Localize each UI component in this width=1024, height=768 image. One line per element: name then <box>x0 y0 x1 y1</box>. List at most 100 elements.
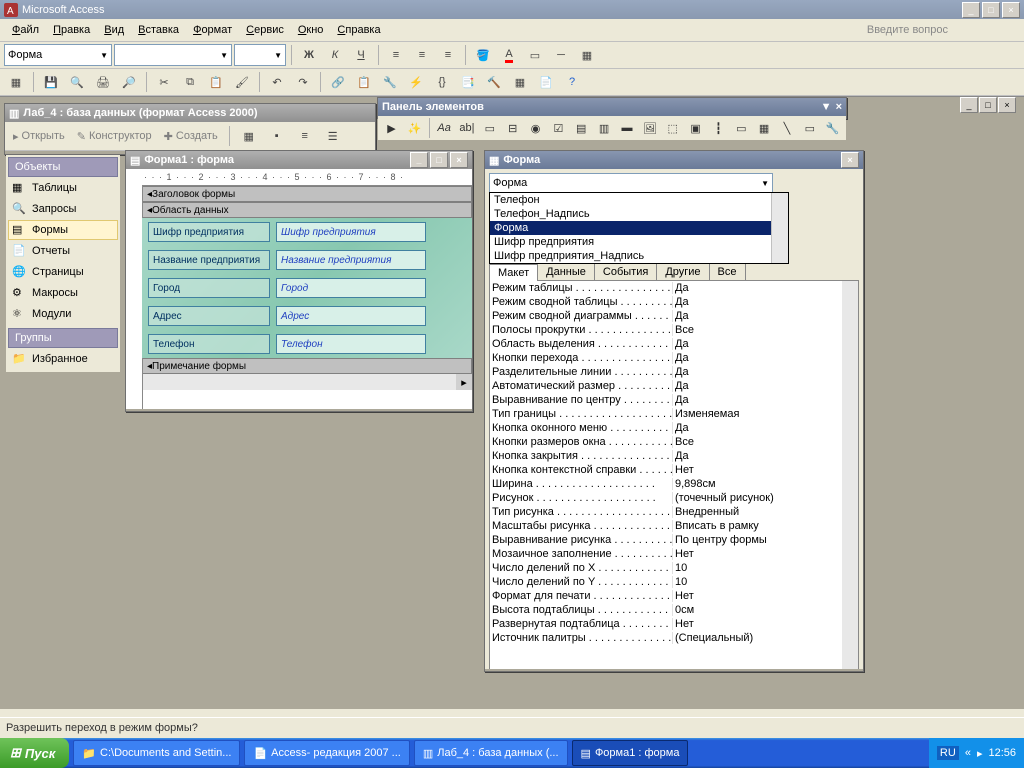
newobject-button[interactable]: 📄 <box>534 70 558 94</box>
property-row[interactable]: Масштабы рисунка . . . . . . . . . . . .… <box>490 519 858 533</box>
property-row[interactable]: Режим сводной диаграммы . . . . . . . . … <box>490 309 858 323</box>
property-row[interactable]: Выравнивание по центру . . . . . . . . .… <box>490 393 858 407</box>
pagebreak-tool-icon[interactable]: ┇ <box>707 116 730 140</box>
minimize-button[interactable]: _ <box>962 2 980 18</box>
object-selector-combo[interactable]: Форма▼ <box>4 44 112 66</box>
db-create-button[interactable]: ✚Создать <box>160 128 222 145</box>
undo-button[interactable]: ↶ <box>265 70 289 94</box>
cut-button[interactable]: ✂ <box>152 70 176 94</box>
listbox-tool-icon[interactable]: ▥ <box>593 116 616 140</box>
dropdown-option[interactable]: Шифр предприятия_Надпись <box>490 249 788 263</box>
field-list-button[interactable]: 📋 <box>352 70 376 94</box>
object-item-Модули[interactable]: ⚛Модули <box>8 304 118 324</box>
property-row[interactable]: Число делений по X . . . . . . . . . . .… <box>490 561 858 575</box>
field-label[interactable]: Адрес <box>148 306 270 326</box>
field-textbox[interactable]: Название предприятия <box>276 250 426 270</box>
menu-Справка[interactable]: Справка <box>331 22 386 38</box>
property-row[interactable]: Автоматический размер . . . . . . . . . … <box>490 379 858 393</box>
property-tab-Все[interactable]: Все <box>709 263 746 280</box>
property-row[interactable]: Выравнивание рисунка . . . . . . . . . .… <box>490 533 858 547</box>
property-row[interactable]: Режим сводной таблицы . . . . . . . . . … <box>490 295 858 309</box>
align-right-button[interactable]: ≡ <box>436 43 460 67</box>
code-button[interactable]: {} <box>430 70 454 94</box>
detail-section-bar[interactable]: ◂ Область данных <box>142 202 472 218</box>
italic-button[interactable]: К <box>323 43 347 67</box>
optionbutton-tool-icon[interactable]: ◉ <box>524 116 547 140</box>
dbwindow-button[interactable]: ▦ <box>508 70 532 94</box>
property-row[interactable]: Рисунок . . . . . . . . . . . . . . . . … <box>490 491 858 505</box>
objects-header[interactable]: Объекты <box>8 157 118 177</box>
wizard-tool-icon[interactable]: ✨ <box>403 116 426 140</box>
align-center-button[interactable]: ≡ <box>410 43 434 67</box>
rectangle-tool-icon[interactable]: ▭ <box>798 116 821 140</box>
subform-tool-icon[interactable]: ▦ <box>753 116 776 140</box>
dropdown-option[interactable]: Телефон_Надпись <box>490 207 788 221</box>
linecolor-button[interactable]: ▭ <box>523 43 547 67</box>
property-row[interactable]: Кнопки перехода . . . . . . . . . . . . … <box>490 351 858 365</box>
language-indicator[interactable]: RU <box>937 746 959 760</box>
commandbutton-tool-icon[interactable]: ▬ <box>616 116 639 140</box>
mdi-close-button[interactable]: × <box>998 97 1016 113</box>
boundobject-tool-icon[interactable]: ▣ <box>684 116 707 140</box>
property-row[interactable]: Высота подтаблицы . . . . . . . . . . . … <box>490 603 858 617</box>
field-label[interactable]: Телефон <box>148 334 270 354</box>
field-textbox[interactable]: Адрес <box>276 306 426 326</box>
property-row[interactable]: Кнопка контекстной справки . . . . . . .… <box>490 463 858 477</box>
label-tool-icon[interactable]: Aa <box>433 116 456 140</box>
groups-header[interactable]: Группы <box>8 328 118 348</box>
fillcolor-button[interactable]: 🪣 <box>471 43 495 67</box>
dropdown-scrollbar[interactable] <box>771 193 788 263</box>
property-row[interactable]: Кнопки размеров окна . . . . . . . . . .… <box>490 435 858 449</box>
property-row[interactable]: Ширина . . . . . . . . . . . . . . . . .… <box>490 477 858 491</box>
property-tab-Данные[interactable]: Данные <box>537 263 595 280</box>
dropdown-option[interactable]: Шифр предприятия <box>490 235 788 249</box>
field-label[interactable]: Шифр предприятия <box>148 222 270 242</box>
align-left-button[interactable]: ≡ <box>384 43 408 67</box>
line-tool-icon[interactable]: ╲ <box>776 116 799 140</box>
close-button[interactable]: × <box>1002 2 1020 18</box>
property-row[interactable]: Формат для печати . . . . . . . . . . . … <box>490 589 858 603</box>
property-row[interactable]: Область выделения . . . . . . . . . . . … <box>490 337 858 351</box>
property-grid[interactable]: Режим таблицы . . . . . . . . . . . . . … <box>489 281 859 669</box>
menu-Файл[interactable]: Файл <box>6 22 45 38</box>
property-object-selector[interactable]: Форма▼ <box>489 173 773 193</box>
combobox-tool-icon[interactable]: ▤ <box>570 116 593 140</box>
property-row[interactable]: Мозаичное заполнение . . . . . . . . . .… <box>490 547 858 561</box>
field-textbox[interactable]: Город <box>276 278 426 298</box>
menu-Вид[interactable]: Вид <box>98 22 130 38</box>
pointer-tool-icon[interactable]: ▶ <box>380 116 403 140</box>
property-row[interactable]: Тип рисунка . . . . . . . . . . . . . . … <box>490 505 858 519</box>
property-row[interactable]: Разделительные линии . . . . . . . . . .… <box>490 365 858 379</box>
print-button[interactable]: 🖨 <box>91 70 115 94</box>
property-tab-События[interactable]: События <box>594 263 657 280</box>
paste-button[interactable]: 📋 <box>204 70 228 94</box>
properties-close-button[interactable]: × <box>841 152 859 168</box>
property-row[interactable]: Кнопка закрытия . . . . . . . . . . . . … <box>490 449 858 463</box>
form-minimize-button[interactable]: _ <box>410 152 428 168</box>
property-selector-dropdown[interactable]: ТелефонТелефон_НадписьФормаШифр предприя… <box>489 192 789 264</box>
db-largeicons-button[interactable]: ▦ <box>237 124 261 148</box>
form-design-window[interactable]: ▤Форма1 : форма _ □ × · · · 1 · · · 2 · … <box>125 150 473 412</box>
insert-hyperlink-button[interactable]: 🔗 <box>326 70 350 94</box>
linewidth-button[interactable]: ─ <box>549 43 573 67</box>
redo-button[interactable]: ↷ <box>291 70 315 94</box>
save-button[interactable]: 💾 <box>39 70 63 94</box>
form-maximize-button[interactable]: □ <box>430 152 448 168</box>
field-label[interactable]: Название предприятия <box>148 250 270 270</box>
taskbar-item[interactable]: 📄Access- редакция 2007 ... <box>244 740 409 766</box>
object-item-Макросы[interactable]: ⚙Макросы <box>8 283 118 303</box>
preview-button[interactable]: 🔎 <box>117 70 141 94</box>
form-close-button[interactable]: × <box>450 152 468 168</box>
fontsize-combo[interactable]: ▼ <box>234 44 286 66</box>
dropdown-option[interactable]: Телефон <box>490 193 788 207</box>
underline-button[interactable]: Ч <box>349 43 373 67</box>
help-question-box[interactable]: Введите вопрос <box>867 24 1018 36</box>
menu-Формат[interactable]: Формат <box>187 22 238 38</box>
taskbar-item[interactable]: 📁C:\Documents and Settin... <box>73 740 240 766</box>
field-textbox[interactable]: Шифр предприятия <box>276 222 426 242</box>
field-label[interactable]: Город <box>148 278 270 298</box>
build-button[interactable]: 🔨 <box>482 70 506 94</box>
font-combo[interactable]: ▼ <box>114 44 232 66</box>
optiongroup-tool-icon[interactable]: ▭ <box>478 116 501 140</box>
search-file-button[interactable]: 🔍 <box>65 70 89 94</box>
